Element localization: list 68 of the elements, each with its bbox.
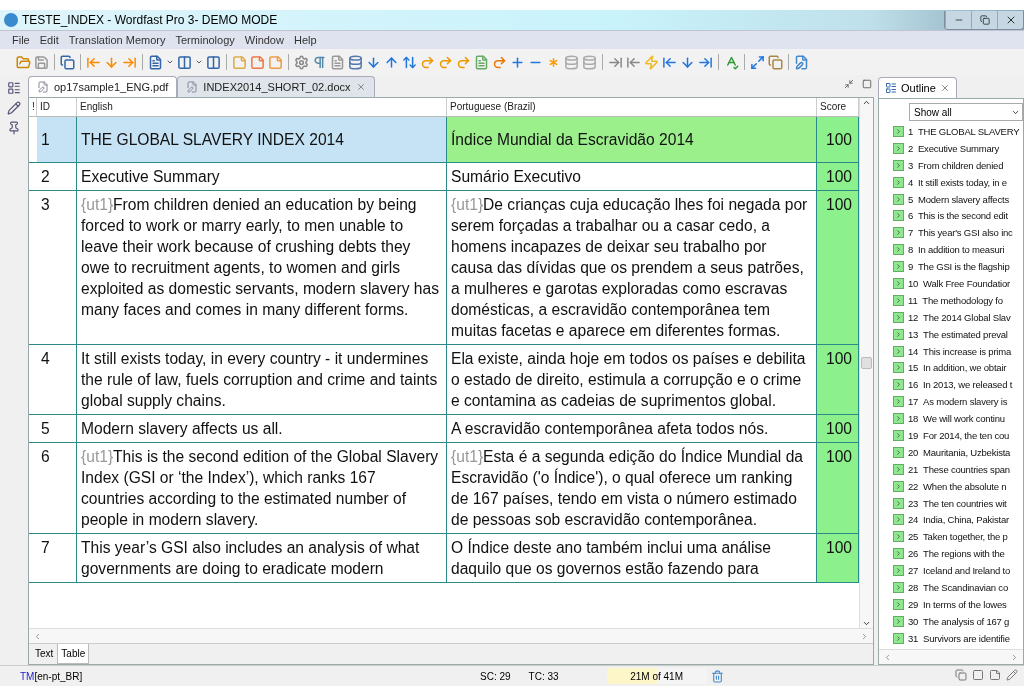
menu-item[interactable]: Window	[244, 34, 284, 46]
outline-item[interactable]: 11 The methodology fo	[908, 294, 1003, 306]
table-cell: 3	[37, 191, 77, 344]
table-cell: 2	[37, 163, 77, 190]
outline-item[interactable]: 17 As modern slavery is	[908, 396, 1008, 408]
column-header[interactable]: Portuguese (Brazil)	[447, 98, 817, 116]
view-tab[interactable]: Table	[57, 644, 90, 664]
target-count: TC: 33	[528, 670, 559, 682]
outline-item[interactable]: 6 This is the second edit	[908, 210, 1008, 222]
outline-item[interactable]: 16 In 2013, we released t	[908, 379, 1013, 391]
outline-item[interactable]: 10 Walk Free Foundatior	[908, 277, 1011, 289]
menu-item[interactable]: Edit	[39, 34, 59, 46]
score-cell: 100	[817, 191, 859, 344]
outline-item[interactable]: 20 Mauritania, Uzbekista	[908, 446, 1011, 458]
outline-item[interactable]: 31 Survivors are identifie	[908, 632, 1010, 644]
source-count: SC: 29	[480, 670, 511, 682]
file-tab[interactable]: op17sample1_ENG.pdf	[28, 76, 178, 97]
view-tab[interactable]: Text	[31, 644, 58, 664]
score-cell: 100	[817, 163, 859, 190]
outline-item[interactable]: 27 Iceland and Ireland to	[908, 565, 1011, 577]
outline-item[interactable]: 25 Taken together, the p	[908, 531, 1008, 543]
column-header[interactable]: !	[29, 98, 37, 116]
menu-item[interactable]: Terminology	[175, 34, 235, 46]
outline-item[interactable]: 15 In addition, we obtair	[908, 362, 1007, 374]
outline-item[interactable]: 26 The regions with the	[908, 548, 1005, 560]
outline-item[interactable]: 1 THE GLOBAL SLAVERY	[908, 125, 1020, 137]
table-cell: 6	[37, 443, 77, 533]
table-cell: 7	[37, 534, 77, 582]
table-cell: 4	[37, 345, 77, 414]
outline-item[interactable]: 14 This increase is prima	[908, 345, 1012, 357]
outline-item[interactable]: 22 When the absolute n	[908, 480, 1007, 492]
outline-item[interactable]: 24 India, China, Pakistar	[908, 514, 1009, 526]
outline-item[interactable]: 3 From children denied	[908, 159, 1004, 171]
outline-tab[interactable]: Outline	[878, 77, 957, 98]
outline-item[interactable]: 30 The analysis of 167 g	[908, 615, 1010, 627]
score-cell: 100	[817, 415, 859, 442]
tm-status: TM[en-pt_BR]	[19, 670, 84, 682]
score-cell: 100	[817, 345, 859, 414]
outline-item[interactable]: 2 Executive Summary	[908, 142, 1000, 154]
outline-item[interactable]: 19 For 2014, the ten cou	[908, 429, 1010, 441]
outline-item[interactable]: 7 This year's GSI also inc	[908, 227, 1013, 239]
table-cell: 5	[37, 415, 77, 442]
memory-text: 21M of 41M	[630, 670, 683, 682]
column-header[interactable]: ID	[37, 98, 77, 116]
menu-item[interactable]: Translation Memory	[68, 34, 166, 46]
menu-item[interactable]: File	[12, 34, 30, 46]
outline-item[interactable]: 8 In addition to measuri	[908, 244, 1005, 256]
outline-item[interactable]: 12 The 2014 Global Slav	[908, 311, 1011, 323]
score-cell: 100	[817, 443, 859, 533]
outline-item[interactable]: 28 The Scandinavian co	[908, 582, 1008, 593]
outline-item[interactable]: 21 These countries span	[908, 463, 1010, 475]
table-cell: 1	[37, 117, 77, 162]
outline-item[interactable]: 9 The GSI is the flagship	[908, 261, 1010, 273]
source-cell: THE GLOBAL SLAVERY INDEX 2014	[77, 117, 447, 162]
window-title: TESTE_INDEX - Wordfast Pro 3- DEMO MODE	[22, 13, 278, 27]
column-header[interactable]: English	[77, 98, 447, 116]
outline-item[interactable]: 23 The ten countries wit	[908, 497, 1007, 509]
filter-dropdown[interactable]: Show all	[909, 103, 1023, 121]
score-cell: 100	[817, 117, 859, 162]
outline-item[interactable]: 5 Modern slavery affects	[908, 193, 1009, 205]
outline-item[interactable]: 18 We will work continu	[908, 413, 1005, 425]
target-cell[interactable]: Índice Mundial da Escravidão 2014	[447, 117, 817, 162]
outline-item[interactable]: 29 In terms of the lowes	[908, 598, 1007, 610]
file-tab[interactable]: INDEX2014_SHORT_02.docx	[177, 76, 375, 97]
score-cell: 100	[817, 534, 859, 582]
outline-item[interactable]: 13 The estimated preval	[908, 328, 1008, 340]
menu-item[interactable]: Help	[293, 34, 317, 46]
outline-item[interactable]: 4 It still exists today, in e	[908, 176, 1007, 188]
